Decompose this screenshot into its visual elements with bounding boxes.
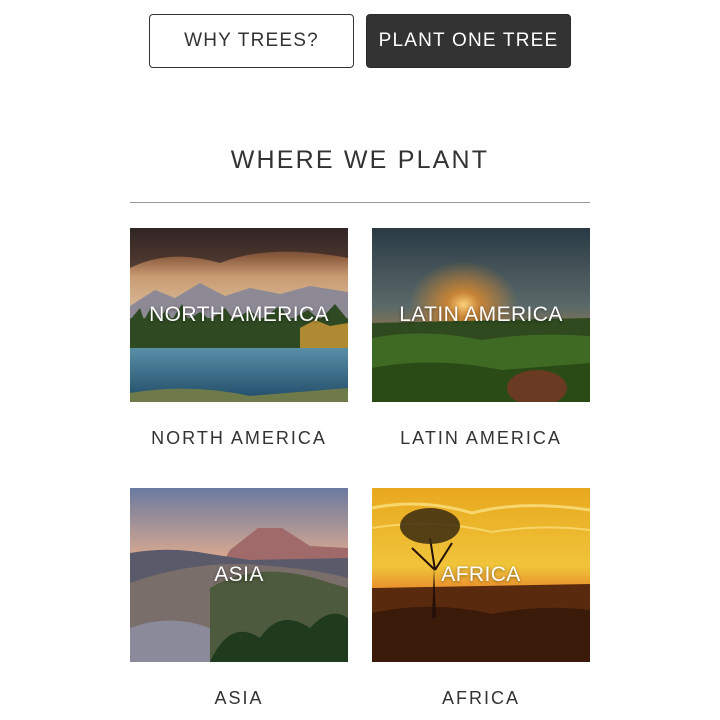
region-image-africa[interactable]: AFRICA xyxy=(372,488,590,662)
region-image-latin-america[interactable]: LATIN AMERICA xyxy=(372,228,590,402)
plant-one-tree-button[interactable]: PLANT ONE TREE xyxy=(366,14,571,68)
region-image-north-america[interactable]: NORTH AMERICA xyxy=(130,228,348,402)
plant-one-tree-label: PLANT ONE TREE xyxy=(378,30,559,51)
region-overlay-label: LATIN AMERICA xyxy=(399,303,563,326)
region-caption-latin-america[interactable]: LATIN AMERICA xyxy=(372,428,590,449)
region-image-asia[interactable]: ASIA xyxy=(130,488,348,662)
section-divider xyxy=(130,202,590,203)
region-overlay-label: AFRICA xyxy=(441,563,521,586)
why-trees-button[interactable]: WHY TREES? xyxy=(149,14,354,68)
region-caption-north-america[interactable]: NORTH AMERICA xyxy=(130,428,348,449)
section-title: WHERE WE PLANT xyxy=(230,146,490,174)
why-trees-label: WHY TREES? xyxy=(184,30,319,51)
region-caption-africa[interactable]: AFRICA xyxy=(372,688,590,709)
region-caption-asia[interactable]: ASIA xyxy=(130,688,348,709)
region-overlay-label: ASIA xyxy=(214,563,264,586)
region-overlay-label: NORTH AMERICA xyxy=(149,303,329,326)
